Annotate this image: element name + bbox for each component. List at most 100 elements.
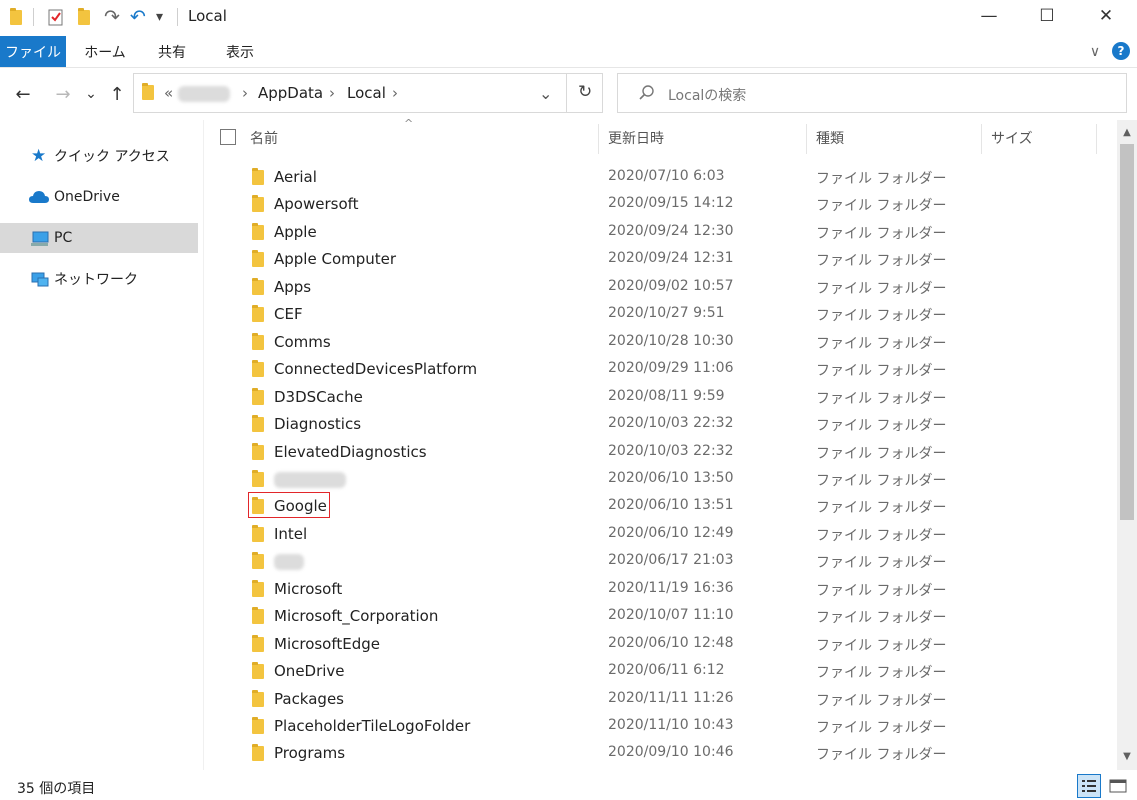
- file-modified-date: 2020/06/10 12:49: [608, 524, 734, 541]
- file-row[interactable]: Diagnostics 2020/10/03 22:32 ファイル フォルダー: [204, 411, 1118, 439]
- file-modified-date: 2020/09/15 14:12: [608, 195, 734, 212]
- tab-home[interactable]: ホーム: [74, 36, 136, 67]
- file-row[interactable]: Apple Computer 2020/09/24 12:31 ファイル フォルダー: [204, 246, 1118, 274]
- properties-icon[interactable]: [48, 6, 64, 28]
- file-row[interactable]: Comms 2020/10/28 10:30 ファイル フォルダー: [204, 329, 1118, 357]
- breadcrumb-appdata[interactable]: AppData: [258, 84, 323, 102]
- file-row[interactable]: CEF 2020/10/27 9:51 ファイル フォルダー: [204, 301, 1118, 329]
- minimize-button[interactable]: —: [966, 0, 1012, 32]
- column-divider[interactable]: [1096, 124, 1097, 154]
- search-box[interactable]: Localの検索: [617, 73, 1127, 113]
- file-row[interactable]: D3DSCache 2020/08/11 9:59 ファイル フォルダー: [204, 384, 1118, 412]
- title-divider: [177, 8, 178, 26]
- file-modified-date: 2020/11/11 11:26: [608, 689, 734, 706]
- column-header-name[interactable]: 名前: [250, 120, 278, 156]
- file-row[interactable]: Packages 2020/11/11 11:26 ファイル フォルダー: [204, 686, 1118, 714]
- folder-icon: [252, 222, 264, 244]
- file-row[interactable]: Apps 2020/09/02 10:57 ファイル フォルダー: [204, 274, 1118, 302]
- file-row[interactable]: 2020/06/10 13:50 ファイル フォルダー: [204, 466, 1118, 494]
- folder-icon: [252, 744, 264, 765]
- file-row[interactable]: Apple 2020/09/24 12:30 ファイル フォルダー: [204, 219, 1118, 247]
- file-modified-date: 2020/11/19 16:36: [608, 579, 734, 596]
- file-name: ConnectedDevicesPlatform: [274, 360, 478, 379]
- folder-icon: [252, 579, 264, 601]
- refresh-icon[interactable]: ↻: [578, 82, 592, 102]
- file-row[interactable]: OneDrive 2020/06/11 6:12 ファイル フォルダー: [204, 658, 1118, 686]
- file-row[interactable]: 2020/06/17 21:03 ファイル フォルダー: [204, 548, 1118, 576]
- new-folder-icon[interactable]: [78, 6, 90, 28]
- tab-share[interactable]: 共有: [144, 36, 200, 67]
- file-name: Apowersoft: [274, 195, 359, 214]
- close-button[interactable]: ✕: [1083, 0, 1129, 32]
- column-header-date[interactable]: 更新日時: [608, 120, 664, 156]
- scrollbar-thumb[interactable]: [1120, 144, 1134, 520]
- tab-file[interactable]: ファイル: [0, 36, 66, 67]
- file-type: ファイル フォルダー: [816, 747, 947, 764]
- sidebar-item-quick-access[interactable]: ★ クイック アクセス: [0, 141, 198, 171]
- file-type: ファイル フォルダー: [816, 527, 947, 544]
- file-row[interactable]: ElevatedDiagnostics 2020/10/03 22:32 ファイル …: [204, 439, 1118, 467]
- column-divider[interactable]: [981, 124, 982, 154]
- file-row[interactable]: Aerial 2020/07/10 6:03 ファイル フォルダー: [204, 164, 1118, 192]
- file-modified-date: 2020/09/24 12:31: [608, 250, 734, 267]
- file-name-redacted: [274, 471, 346, 492]
- column-header-type[interactable]: 種類: [816, 120, 844, 156]
- column-divider[interactable]: [806, 124, 807, 154]
- sidebar-item-onedrive[interactable]: OneDrive: [0, 182, 198, 212]
- file-row[interactable]: PlaceholderTileLogoFolder 2020/11/10 10:4…: [204, 713, 1118, 741]
- file-type: ファイル フォルダー: [816, 582, 947, 599]
- help-icon[interactable]: ?: [1112, 42, 1130, 60]
- column-divider[interactable]: [598, 124, 599, 154]
- search-input[interactable]: Localの検索: [668, 85, 746, 105]
- vertical-scrollbar[interactable]: ▲ ▼: [1117, 120, 1137, 770]
- file-row[interactable]: Google 2020/06/10 13:51 ファイル フォルダー: [204, 492, 1118, 521]
- scroll-down-arrow-icon[interactable]: ▼: [1117, 746, 1137, 766]
- file-modified-date: 2020/09/10 10:46: [608, 744, 734, 761]
- file-row[interactable]: Programs 2020/09/10 10:46 ファイル フォルダー: [204, 740, 1118, 768]
- folder-icon: [252, 662, 264, 683]
- file-modified-date: 2020/10/03 22:32: [608, 442, 734, 459]
- sidebar-item-network[interactable]: ネットワーク: [0, 264, 198, 294]
- customize-toolbar-dropdown-icon[interactable]: ▾: [156, 6, 163, 28]
- folder-icon: [252, 195, 264, 216]
- up-button[interactable]: ↑: [105, 81, 129, 107]
- column-header-size[interactable]: サイズ: [991, 120, 1033, 156]
- file-name: Intel: [274, 524, 308, 543]
- breadcrumb-local[interactable]: Local: [347, 84, 386, 102]
- address-history-dropdown-icon[interactable]: ⌄: [539, 84, 552, 103]
- file-type: ファイル フォルダー: [816, 280, 947, 297]
- file-modified-date: 2020/06/10 13:51: [608, 497, 734, 514]
- undo-icon[interactable]: ↶: [130, 6, 146, 28]
- file-modified-date: 2020/06/11 6:12: [608, 662, 725, 679]
- status-bar: 35 個の項目: [0, 770, 1137, 800]
- file-row[interactable]: Intel 2020/06/10 12:49 ファイル フォルダー: [204, 521, 1118, 549]
- file-modified-date: 2020/10/03 22:32: [608, 415, 734, 432]
- tab-view[interactable]: 表示: [210, 36, 270, 67]
- redo-icon[interactable]: ↷: [104, 6, 120, 28]
- file-row[interactable]: ConnectedDevicesPlatform 2020/09/29 11:06…: [204, 356, 1118, 384]
- sidebar-item-label: OneDrive: [54, 189, 120, 205]
- details-view-icon[interactable]: [1077, 774, 1101, 798]
- file-type: ファイル フォルダー: [816, 665, 947, 682]
- expand-ribbon-icon[interactable]: ∨: [1084, 36, 1106, 67]
- sidebar-item-pc[interactable]: PC: [0, 223, 198, 253]
- maximize-button[interactable]: ☐: [1024, 0, 1070, 32]
- scroll-up-arrow-icon[interactable]: ▲: [1117, 122, 1137, 142]
- file-type: ファイル フォルダー: [816, 363, 947, 380]
- breadcrumb-separator: ›: [392, 84, 398, 102]
- large-icons-view-icon[interactable]: [1106, 774, 1130, 798]
- file-row[interactable]: Microsoft 2020/11/19 16:36 ファイル フォルダー: [204, 576, 1118, 604]
- file-row[interactable]: Apowersoft 2020/09/15 14:12 ファイル フォルダー: [204, 191, 1118, 219]
- file-name: Apple Computer: [274, 250, 397, 269]
- address-bar[interactable]: « › AppData › Local › ⌄ ↻: [133, 73, 603, 113]
- file-row[interactable]: Microsoft_Corporation 2020/10/07 11:10 ファイ…: [204, 603, 1118, 631]
- breadcrumb-overflow[interactable]: «: [164, 84, 173, 102]
- file-name: Diagnostics: [274, 415, 362, 434]
- file-row[interactable]: MicrosoftEdge 2020/06/10 12:48 ファイル フォルダー: [204, 631, 1118, 659]
- recent-locations-button[interactable]: ⌄: [82, 81, 100, 107]
- toolbar-divider: [33, 8, 34, 26]
- select-all-checkbox[interactable]: [220, 129, 236, 145]
- forward-button[interactable]: →: [50, 81, 76, 107]
- file-modified-date: 2020/09/24 12:30: [608, 222, 734, 239]
- back-button[interactable]: ←: [10, 81, 36, 107]
